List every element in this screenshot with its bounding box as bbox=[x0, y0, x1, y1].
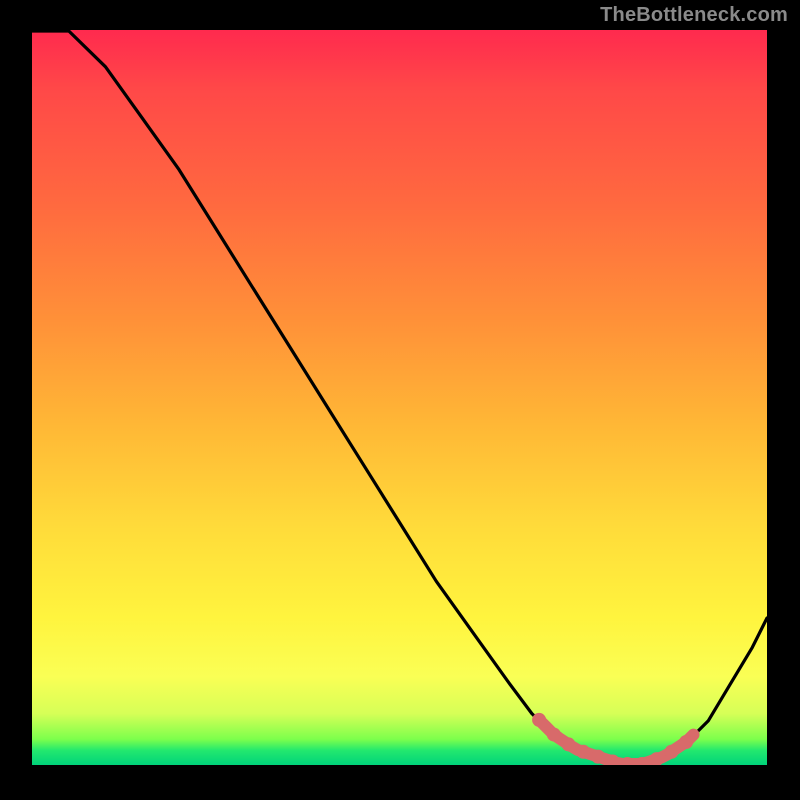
optimal-marker-dot bbox=[547, 728, 561, 742]
optimal-marker-dot bbox=[562, 737, 576, 751]
attribution-text: TheBottleneck.com bbox=[600, 4, 788, 27]
curve-line bbox=[32, 31, 767, 764]
bottleneck-chart bbox=[32, 30, 767, 765]
optimal-marker-dot bbox=[679, 735, 693, 749]
optimal-marker-dot bbox=[576, 745, 590, 759]
chart-area bbox=[32, 30, 767, 765]
optimal-marker-dot bbox=[591, 750, 605, 764]
optimal-marker-dot bbox=[532, 713, 546, 727]
optimal-marker-dot bbox=[665, 745, 679, 759]
optimal-region-markers bbox=[532, 713, 693, 765]
